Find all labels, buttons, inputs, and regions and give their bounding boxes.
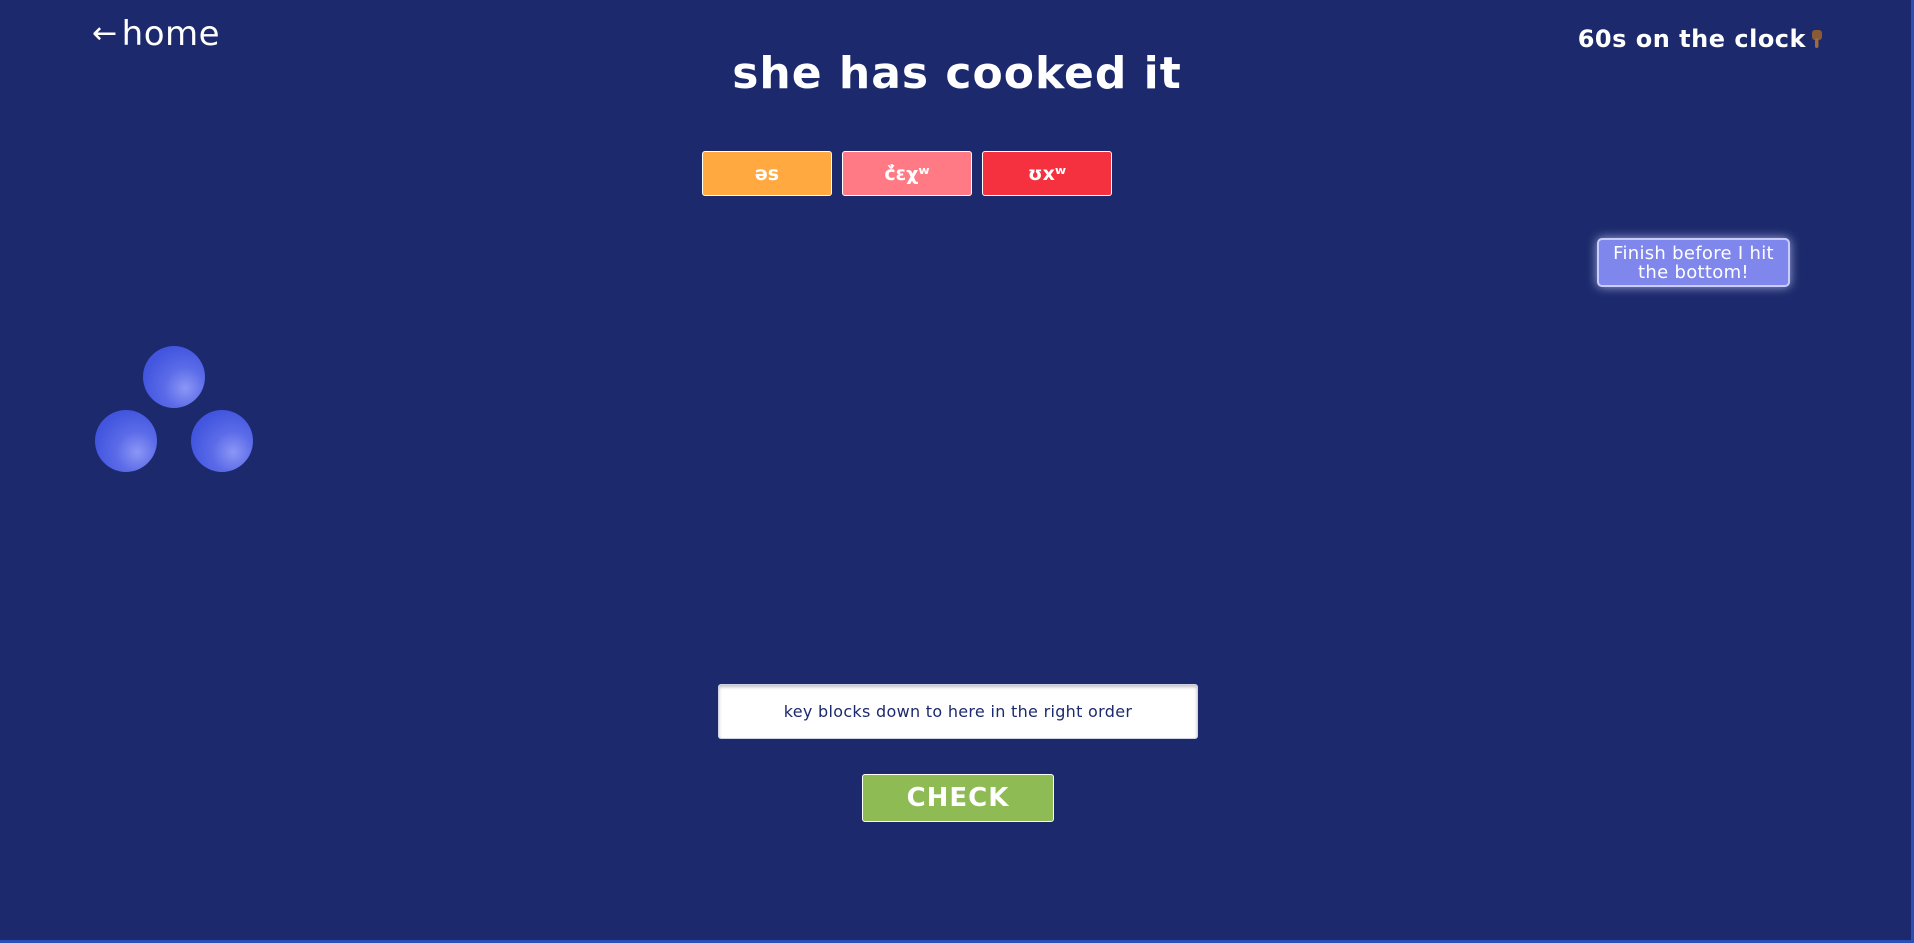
word-block[interactable]: ʊxʷ [982, 151, 1112, 196]
pointing-down-hand-icon [1810, 28, 1824, 50]
drop-zone-placeholder: key blocks down to here in the right ord… [783, 702, 1133, 721]
prompt-text: she has cooked it [732, 48, 1182, 99]
answer-drop-zone[interactable]: key blocks down to here in the right ord… [718, 684, 1198, 739]
falling-warning-bubble: Finish before I hit the bottom! [1597, 238, 1790, 287]
ball-icon [95, 410, 157, 472]
ball-icon [143, 346, 205, 408]
check-button[interactable]: CHECK [862, 774, 1054, 822]
ball-icon [191, 410, 253, 472]
game-screen: ← home 60s on the clock she has cooked i… [0, 0, 1914, 943]
word-block[interactable]: č̓ɛχʷ [842, 151, 972, 196]
arrow-left-icon: ← [92, 16, 118, 51]
word-blocks: əs č̓ɛχʷ ʊxʷ [702, 151, 1112, 196]
word-block[interactable]: əs [702, 151, 832, 196]
